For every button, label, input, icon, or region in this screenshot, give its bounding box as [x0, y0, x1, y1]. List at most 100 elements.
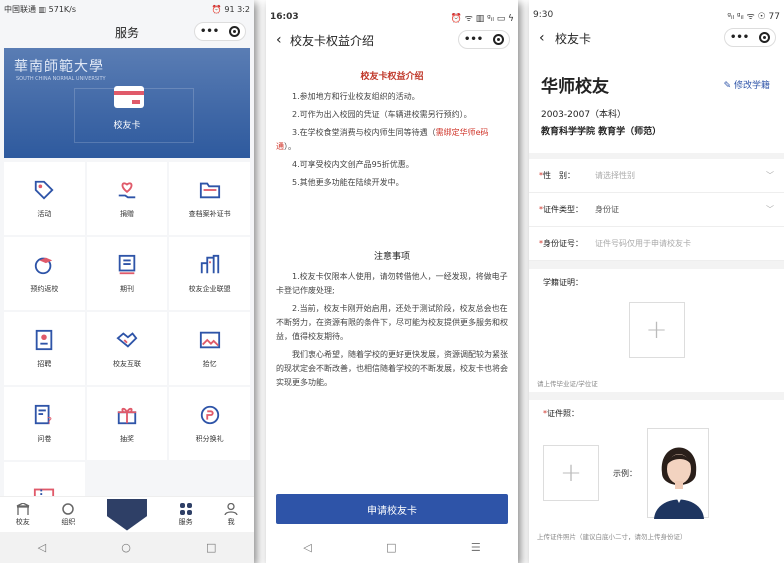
tab-label: 我 [227, 517, 235, 526]
status-right: ⏰ 91 3:2 [211, 4, 250, 14]
xueji-label: 学籍证明： [543, 278, 583, 287]
card-icon [114, 86, 144, 108]
benefits-content: 校友卡权益介绍 1.参加地方和行业校友组织的活动。 2.可作为出入校园的凭证（车… [266, 70, 518, 390]
service-label: 拾忆 [202, 359, 217, 368]
benefit-item: 4.可享受校内文创产品95折优惠。 [292, 160, 414, 169]
miniapp-capsule[interactable]: ••• [194, 22, 246, 41]
tag-icon [35, 180, 54, 200]
service-item-archive[interactable]: 查档案补证书 [169, 162, 250, 235]
notice-item: 1.校友卡仅限本人使用，请勿转借他人，一经发现，将做电子卡登记作废处理; [276, 272, 508, 295]
service-item-return-booking[interactable]: 预约返校 [4, 237, 85, 310]
xueji-upload-button[interactable]: + [628, 302, 685, 358]
page-title: 校友卡 [555, 31, 592, 46]
photo-hint: 上传证件照片（建议白底小二寸，请勿上传身份证） [537, 533, 687, 541]
close-miniapp-icon[interactable] [759, 32, 771, 43]
system-nav-bar: ◁ □ ☰ [266, 532, 518, 563]
service-label: 预约返校 [30, 284, 59, 293]
phone-benefits-screen: 16:03 ⏰ ᯤ ▥ ᵍᵢₗ ▭ ϟ ‹ 校友卡权益介绍 ••• 校友卡权益介… [266, 0, 518, 563]
me-icon [224, 502, 238, 515]
page-title: 服务 [114, 25, 139, 40]
edit-record-link[interactable]: ✎ 修改学籍 [724, 78, 770, 91]
tab-organization[interactable]: 组织 [61, 502, 75, 527]
more-button[interactable]: ••• [730, 32, 749, 43]
miniapp-capsule[interactable]: ••• [724, 28, 776, 47]
service-item-points-gift[interactable]: 积分换礼 [169, 387, 250, 460]
apply-card-button[interactable]: 申请校友卡 [276, 494, 508, 524]
id-number-placeholder: 证件号码仅用于申请校友卡 [595, 239, 691, 248]
page-title: 校友卡权益介绍 [290, 33, 375, 48]
graduation-cap-icon [35, 257, 53, 274]
sys-back-button[interactable]: ◁ [38, 541, 46, 554]
study-years: 2003-2007（本科） [541, 110, 627, 120]
study-major: 教育科学学院 教育学（师范） [541, 127, 662, 137]
close-miniapp-icon[interactable] [493, 34, 505, 45]
status-bar: 16:03 ⏰ ᯤ ▥ ᵍᵢₗ ▭ ϟ [266, 0, 518, 26]
service-item-donate[interactable]: 捐赠 [86, 162, 168, 235]
gender-select[interactable]: *性 别： 请选择性别 ﹀ [529, 159, 784, 193]
status-right: ᵍᵢₗ ᵍᵢₗ ᯤ ☉ 77 [727, 11, 780, 22]
service-item-alumni-connect[interactable]: 校友互联 [86, 312, 168, 385]
nav-bar: ‹ 校友卡 ••• [529, 24, 784, 52]
service-item-memories[interactable]: 拾忆 [169, 312, 250, 385]
id-type-label: 证件类型： [543, 205, 583, 214]
notice-item: 我们衷心希望，随着学校的更好更快发展，资源调配较为紧张的现状定会不断改善，也相信… [276, 350, 508, 387]
photo-upload-button[interactable]: + [543, 445, 599, 501]
heart-hand-icon [118, 181, 136, 198]
service-label: 期刊 [119, 284, 134, 293]
alumni-icon [16, 502, 30, 515]
example-label: 示例： [613, 468, 637, 478]
service-label: 活动 [37, 209, 52, 218]
sys-home-button[interactable]: □ [386, 541, 396, 554]
back-icon[interactable]: ‹ [276, 32, 282, 48]
benefits-heading: 校友卡权益介绍 [360, 72, 424, 82]
service-item-enterprise-alliance[interactable]: 校友企业联盟 [169, 237, 250, 310]
service-item-recruit[interactable]: 招聘 [4, 312, 85, 385]
id-type-select[interactable]: *证件类型： 身份证 ﹀ [529, 193, 784, 227]
miniapp-capsule[interactable]: ••• [458, 30, 510, 49]
notice-heading: 注意事项 [373, 252, 410, 262]
tab-label: 校友 [15, 517, 30, 526]
sys-menu-button[interactable]: ☰ [471, 541, 481, 554]
sys-recent-button[interactable]: □ [206, 541, 216, 554]
xueji-hint: 请上传毕业证/学位证 [537, 380, 598, 388]
close-miniapp-icon[interactable] [229, 26, 241, 37]
alumni-card-banner[interactable]: 華南師範大學 SOUTH CHINA NORMAL UNIVERSITY 校友卡 [4, 48, 250, 158]
service-icon [179, 502, 192, 515]
gender-label: 性 别： [543, 171, 575, 180]
service-item-questionnaire[interactable]: ? 问卷 [4, 387, 85, 460]
divider [529, 261, 784, 269]
tab-home-emblem[interactable] [106, 498, 147, 531]
service-item-activity[interactable]: 活动 [4, 162, 85, 235]
divider [529, 392, 784, 400]
chevron-down-icon: ﹀ [766, 171, 774, 180]
portrait-icon [654, 447, 704, 519]
tab-alumni[interactable]: 校友 [15, 502, 30, 527]
points-icon [200, 405, 219, 424]
more-button[interactable]: ••• [464, 34, 483, 45]
sys-back-button[interactable]: ◁ [303, 541, 311, 554]
tab-service[interactable]: 服务 [178, 502, 193, 527]
buildings-icon [200, 254, 219, 273]
id-badge-icon [36, 329, 53, 350]
university-logo: 華南師範大學 [14, 59, 104, 75]
sys-home-button[interactable]: ○ [121, 541, 131, 554]
chevron-down-icon: ﹀ [766, 205, 774, 214]
nav-bar: 服务 ••• [0, 18, 254, 46]
tab-label: 服务 [178, 517, 193, 526]
benefit-item: 3.在学校食堂消费与校内师生同等待遇（需绑定华师e码通）。 [276, 128, 489, 151]
service-label: 抽奖 [119, 434, 134, 443]
journal-icon [118, 254, 136, 274]
id-number-field[interactable]: *身份证号： 证件号码仅用于申请校友卡 [529, 227, 784, 261]
tab-me[interactable]: 我 [224, 502, 238, 527]
photo-upload-area: + 示例： [529, 427, 784, 519]
service-item-journal[interactable]: 期刊 [86, 237, 168, 310]
service-label: 查档案补证书 [188, 209, 231, 218]
notice-item: 2.当前，校友卡刚开始启用，还处于测试阶段，校友总会也在不断努力，在资源有限的条… [276, 304, 508, 341]
service-label: 问卷 [37, 434, 52, 443]
service-item-lottery[interactable]: 抽奖 [86, 387, 168, 460]
id-type-value: 身份证 [595, 205, 619, 214]
back-icon[interactable]: ‹ [539, 30, 545, 46]
photo-icon [199, 331, 220, 348]
status-time: 16:03 [270, 12, 299, 22]
more-button[interactable]: ••• [200, 26, 219, 37]
